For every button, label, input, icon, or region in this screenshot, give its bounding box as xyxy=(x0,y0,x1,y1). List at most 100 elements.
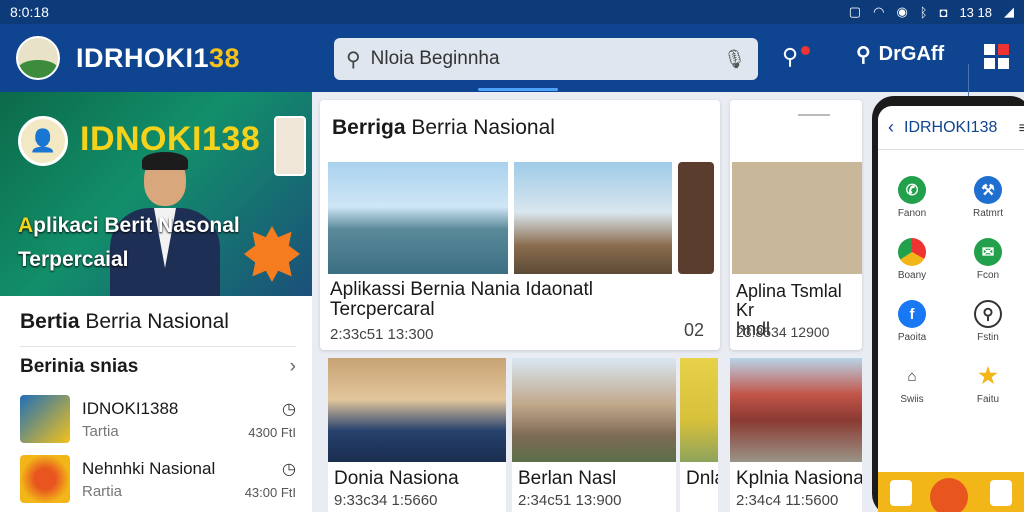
phone-app-search[interactable]: ⚲ Fstin xyxy=(958,300,1018,343)
hamburger-menu-icon[interactable]: ≡ xyxy=(1019,120,1024,138)
status-bar: 8:0:18 ▢ ◠ ◉ ᛒ ◘ 13 18 ◢ xyxy=(0,0,1024,24)
section-title: Berinia snias xyxy=(20,356,139,377)
hero-avatar: 👤 xyxy=(18,116,68,166)
news-date: 9:33c34 1:5660 xyxy=(334,492,438,509)
card-count: 02 xyxy=(684,320,705,340)
search-action-label: DrGAff xyxy=(878,43,945,65)
news-grid-card[interactable]: Dnla xyxy=(680,358,718,512)
left-panel-divider xyxy=(20,346,296,347)
phone-bottom-bar xyxy=(878,472,1024,512)
card-date: 2:33c51 13:300 xyxy=(330,326,434,343)
news-image xyxy=(680,358,718,462)
drag-handle[interactable] xyxy=(798,114,830,116)
list-item-name: IDNOKI1388 xyxy=(82,398,179,418)
hero-subtitle-line2: Terpercaial xyxy=(18,248,129,271)
phone-icon: ✆ xyxy=(898,176,926,204)
bottom-right-icon[interactable] xyxy=(990,480,1012,506)
notification-dot xyxy=(801,46,810,55)
search-icon: ⚲ xyxy=(346,48,361,71)
search-underline xyxy=(478,88,558,91)
bottom-center-button[interactable] xyxy=(930,478,968,512)
list-item-time: 4300 FtI xyxy=(248,424,296,440)
phone-screen: ‹ IDRHOKI138 ≡ ✆ Fanon ⚒ Ratmrt Boany ✉ … xyxy=(878,106,1024,512)
phone-app-chat[interactable]: ✉ Fcon xyxy=(958,238,1018,281)
list-item-thumbnail xyxy=(20,395,70,443)
list-item-sub: Rartia xyxy=(82,482,123,500)
phone-mockup: ‹ IDRHOKI138 ≡ ✆ Fanon ⚒ Ratmrt Boany ✉ … xyxy=(872,96,1024,512)
featured-news-card[interactable]: Berriga Berria Nasional Aplikassi Bernia… xyxy=(320,100,720,350)
apps-menu-button[interactable] xyxy=(984,44,1012,72)
side-image xyxy=(678,162,714,274)
tool-icon: ⚒ xyxy=(974,176,1002,204)
side-news-card[interactable]: Aplina Tsmlal Kr hndl 23:8534 12900 xyxy=(730,100,862,350)
eye-icon: ◉ xyxy=(896,4,908,19)
star-icon: ★ xyxy=(974,362,1002,390)
news-date: 2:34c51 13:900 xyxy=(518,492,622,509)
search-icon: ⚲ xyxy=(974,300,1002,328)
phone-app-bar: ‹ IDRHOKI138 xyxy=(878,106,1024,150)
section-header[interactable]: Berinia snias › xyxy=(20,356,296,378)
news-caption: Kplnia Nasionad xyxy=(736,468,862,489)
news-grid-card[interactable]: Kplnia Nasionad 2:34c4 11:5600 xyxy=(730,358,862,512)
search-icon: ⚲ xyxy=(856,44,871,66)
card-date: 23:8534 12900 xyxy=(736,324,830,340)
news-image xyxy=(512,358,676,462)
news-caption: Berlan Nasl xyxy=(518,468,617,489)
hero-subtitle: Aplikaci Berit Nasonal xyxy=(18,214,240,237)
card-title: Berriga Berria Nasional xyxy=(332,116,555,139)
sim-icon: ▢ xyxy=(848,4,862,19)
phone-app-tool[interactable]: ⚒ Ratmrt xyxy=(958,176,1018,219)
news-grid-card[interactable]: Donia Nasiona 9:33c34 1:5660 xyxy=(328,358,506,512)
left-news-panel: Bertia Berria Nasional Berinia snias › I… xyxy=(0,296,312,512)
city-tower-image xyxy=(514,162,672,274)
notification-button[interactable]: ⚲ xyxy=(782,44,812,74)
header-divider xyxy=(968,64,969,98)
list-item-sub: Tartia xyxy=(82,422,119,440)
list-item[interactable]: IDNOKI1388 Tartia ◷ 4300 FtI xyxy=(20,392,296,446)
news-image xyxy=(328,358,506,462)
chrome-icon xyxy=(898,238,926,266)
list-item[interactable]: Nehnhki Nasional Rartia ◷ 43:00 FtI xyxy=(20,452,296,506)
phone-app-star[interactable]: ★ Faitu xyxy=(958,362,1018,405)
lock-icon: ⌂ xyxy=(898,362,926,390)
phone-app-lock[interactable]: ⌂ Swiis xyxy=(882,362,942,405)
phone-app-facebook[interactable]: f Paoita xyxy=(882,300,942,343)
news-caption: Dnla xyxy=(686,468,718,489)
phone-app-browser[interactable]: Boany xyxy=(882,238,942,281)
shield-icon: ◘ xyxy=(939,4,948,20)
chat-icon: ⚲ xyxy=(782,44,799,69)
facebook-icon: f xyxy=(898,300,926,328)
microphone-icon[interactable]: 🎙 xyxy=(723,49,746,70)
status-time: 8:0:18 xyxy=(10,4,49,20)
back-arrow-icon[interactable]: ‹ xyxy=(888,117,894,138)
search-action-button[interactable]: ⚲ DrGAff xyxy=(856,42,944,67)
chat-icon: ✉ xyxy=(974,238,1002,266)
list-item-name: Nehnhki Nasional xyxy=(82,458,216,478)
status-icons: ▢ ◠ ◉ ᛒ ◘ 13 18 ◢ xyxy=(849,4,1014,20)
clock-icon: ◷ xyxy=(282,460,296,478)
promo-badge xyxy=(244,226,300,282)
signal-icon: ◢ xyxy=(1004,4,1014,19)
wifi-icon: ◠ xyxy=(873,4,885,19)
list-item-time: 43:00 FtI xyxy=(244,484,296,500)
phone-app-call[interactable]: ✆ Fanon xyxy=(882,176,942,219)
news-grid-card[interactable]: Berlan Nasl 2:34c51 13:900 xyxy=(512,358,676,512)
city-skyline-image xyxy=(328,162,508,274)
left-panel-title: Bertia Berria Nasional xyxy=(20,310,229,333)
app-logo[interactable] xyxy=(16,36,60,80)
search-input[interactable]: Nloia Beginnha xyxy=(371,48,723,70)
brand-title: IDRHOKI138 xyxy=(76,43,326,74)
bottom-left-icon[interactable] xyxy=(890,480,912,506)
bluetooth-icon: ᛒ xyxy=(919,4,928,20)
chevron-right-icon[interactable]: › xyxy=(290,356,296,378)
news-date: 2:34c4 11:5600 xyxy=(736,492,839,509)
list-item-thumbnail xyxy=(20,455,70,503)
hero-banner[interactable]: 👤 IDNOKI138 Aplikaci Berit Nasonal Terpe… xyxy=(0,92,312,296)
brand-prefix: IDRHOKI1 xyxy=(76,42,210,73)
card-caption: Aplikassi Bernia Nania Idaonatl Tercperca… xyxy=(330,279,593,320)
news-caption: Donia Nasiona xyxy=(334,468,459,489)
brand-suffix: 38 xyxy=(209,42,241,73)
news-image xyxy=(730,358,862,462)
search-bar[interactable]: ⚲ Nloia Beginnha 🎙 xyxy=(334,38,758,80)
hero-side-thumbnail xyxy=(274,116,306,176)
